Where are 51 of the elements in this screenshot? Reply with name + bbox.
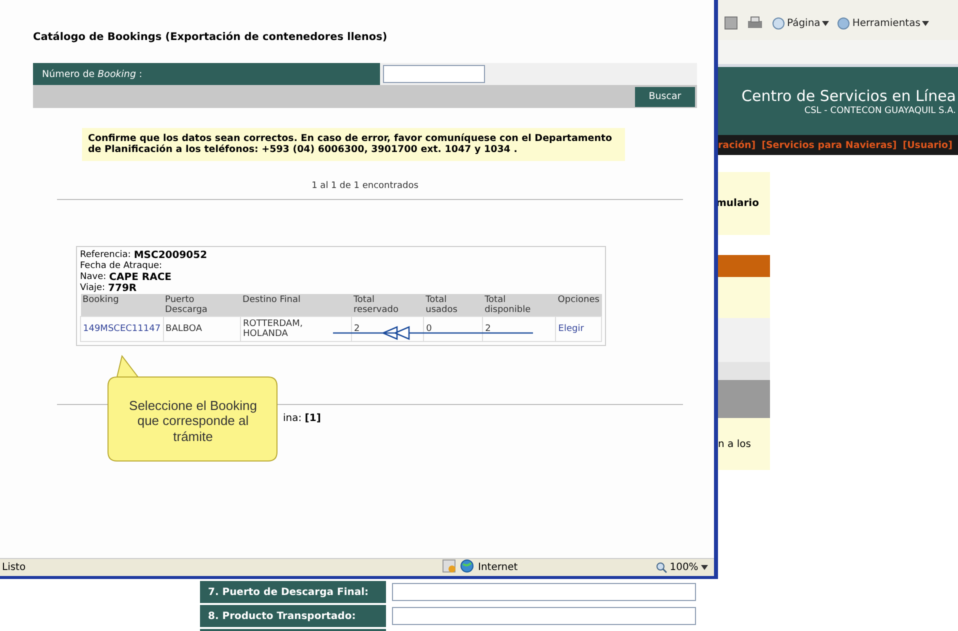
column-header: Opciones xyxy=(556,294,602,316)
callout-text: Seleccione el Booking que corresponde al trámite xyxy=(128,398,258,444)
booking-number-field[interactable] xyxy=(383,65,485,83)
column-header: Destino Final xyxy=(240,294,352,316)
form-label: 7. Puerto de Descarga Final: xyxy=(200,581,386,603)
field-value: MSC2009052 xyxy=(134,250,208,261)
printer-icon[interactable] xyxy=(746,16,764,30)
form-label: 8. Producto Transportado: xyxy=(200,605,386,627)
column-header: Total reservado xyxy=(351,294,424,316)
nav-link[interactable]: [Usuario] xyxy=(902,140,952,150)
page-title: Catálogo de Bookings (Exportación de contenedores llenos) xyxy=(33,31,388,45)
caret-icon xyxy=(922,20,930,26)
nav-link[interactable]: ración] xyxy=(718,140,756,150)
zoom-control[interactable]: 100% xyxy=(656,562,708,573)
field-label: Número de Booking: xyxy=(33,63,380,85)
table-cell: 2 xyxy=(354,324,360,334)
input-field[interactable] xyxy=(392,583,696,601)
field-label: Nave: xyxy=(80,272,106,283)
field-label: Referencia: xyxy=(80,250,131,261)
table-cell: 2 xyxy=(485,324,491,334)
column-header: Total usados xyxy=(424,294,483,316)
section-bar xyxy=(718,255,770,277)
zone-text: Internet xyxy=(478,562,518,573)
field-label: Viaje: xyxy=(80,282,106,294)
column-header: Total disponible xyxy=(482,294,556,316)
caret-icon xyxy=(822,20,830,26)
nav-link[interactable]: [Servicios para Navieras] xyxy=(762,140,897,150)
pagination-text: ina: [1] xyxy=(283,412,322,424)
caret-icon xyxy=(701,565,708,570)
notice-text: Confirme que los datos sean correctos. En caso de error, favor comuníquese con el Departamento de Planificación a los teléfonos: +593 (04) 6006300, 3901700 ext. 1047 y 1034 . xyxy=(82,128,625,161)
field-value: 779R xyxy=(108,282,137,294)
column-header: Booking xyxy=(80,294,164,316)
result-count: 1 al 1 de 1 encontrados xyxy=(310,180,420,191)
column-header: Puerto Descarga xyxy=(163,294,241,316)
notice-panel xyxy=(718,277,770,318)
field-label: Fecha de Atraque: xyxy=(80,260,162,272)
table-cell: 0 xyxy=(426,324,432,334)
table-cell: BALBOA xyxy=(166,324,202,334)
magnifier-icon xyxy=(656,562,667,573)
search-button[interactable]: Buscar xyxy=(635,86,695,106)
toolbar-menu[interactable]: Página xyxy=(772,16,830,30)
notice-text: n a los xyxy=(718,438,751,450)
section-bar xyxy=(718,380,770,418)
field-value: CAPE RACE xyxy=(109,272,172,283)
site-title: Centro de Servicios en Línea xyxy=(742,86,956,104)
section-text: mulario xyxy=(716,198,759,209)
table-cell: ROTTERDAM, HOLANDA xyxy=(243,318,303,339)
toolbar-menu[interactable]: Herramientas xyxy=(837,16,930,30)
site-subtitle: CSL - CONTECON GUAYAQUIL S.A. xyxy=(804,106,956,116)
status-text: Listo xyxy=(2,562,27,573)
input-field[interactable] xyxy=(392,607,696,625)
